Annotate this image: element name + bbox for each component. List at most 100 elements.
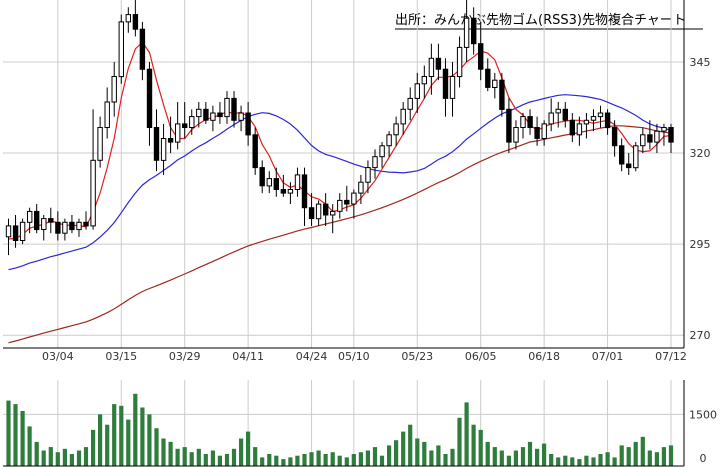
- volume-bar: [520, 447, 526, 466]
- candle-body-up: [125, 14, 131, 23]
- volume-bar: [387, 445, 392, 466]
- volume-bar: [577, 459, 582, 466]
- date-tick-label: 03/04: [42, 350, 74, 363]
- candle-body-up: [633, 145, 639, 169]
- candle-body-up: [266, 178, 273, 187]
- volume-bar: [112, 404, 117, 466]
- candle-body-down: [471, 17, 477, 45]
- volume-bar: [556, 457, 561, 466]
- candle-body-up: [400, 108, 406, 125]
- volume-bar: [147, 414, 152, 466]
- volume-bar: [591, 457, 596, 466]
- candle-body-up: [160, 138, 167, 161]
- volume-bar: [365, 450, 370, 466]
- candle-body-down: [48, 218, 54, 223]
- date-tick-label: 03/15: [105, 350, 137, 363]
- candle-body-down: [34, 210, 40, 231]
- price-tick-label: 345: [690, 56, 711, 69]
- volume-bar: [168, 441, 173, 466]
- candle-body-down: [167, 138, 174, 143]
- date-tick-label: 06/18: [528, 350, 560, 363]
- volume-bar: [41, 450, 46, 466]
- volume-bar: [372, 447, 378, 466]
- candle-body-down: [485, 68, 491, 88]
- candle-body-up: [315, 203, 322, 220]
- volume-bar: [98, 414, 103, 466]
- candle-body-down: [146, 68, 153, 128]
- volume-bar: [210, 450, 215, 466]
- date-tick-label: 04/11: [232, 350, 264, 363]
- volume-bar: [379, 455, 385, 466]
- candle-body-down: [478, 43, 484, 70]
- candle-body-up: [428, 57, 435, 77]
- date-tick-label: 05/23: [401, 350, 433, 363]
- volume-bar: [513, 450, 518, 466]
- candle-body-up: [449, 76, 456, 99]
- volume-tick-label: 1500: [689, 408, 717, 421]
- volume-bar: [161, 438, 166, 466]
- candle-body-up: [654, 130, 660, 143]
- candle-body-up: [541, 123, 547, 140]
- volume-bar: [394, 440, 399, 466]
- candle-body-down: [308, 207, 315, 220]
- candle-body-up: [97, 127, 103, 161]
- volume-bar: [612, 457, 617, 466]
- candle-body-down: [132, 14, 139, 30]
- candle-body-up: [548, 112, 554, 125]
- volume-bar: [246, 431, 251, 466]
- volume-bar: [69, 454, 74, 466]
- volume-bar: [492, 447, 497, 466]
- volume-bar: [633, 441, 638, 466]
- volume-bar: [408, 424, 413, 466]
- price-tick-label: 270: [690, 329, 711, 342]
- candle-body-up: [5, 225, 12, 238]
- candle-body-up: [379, 145, 385, 158]
- candle-body-down: [139, 28, 146, 70]
- moving-average-layer: [8, 41, 672, 344]
- candle-body-down: [442, 68, 449, 99]
- candle-body-up: [337, 199, 343, 212]
- volume-bar: [267, 454, 272, 466]
- candle-body-up: [456, 46, 463, 78]
- candle-body-up: [41, 218, 47, 231]
- candle-body-up: [407, 97, 413, 110]
- candle-body-up: [27, 210, 33, 223]
- volume-bar: [309, 452, 314, 466]
- volume-bar: [471, 424, 476, 466]
- candle-body-down: [252, 134, 258, 169]
- candle-body-up: [238, 112, 244, 121]
- volume-bar: [351, 454, 356, 466]
- candle-body-down: [647, 134, 653, 143]
- candle-body-up: [576, 123, 583, 136]
- volume-bar: [217, 455, 222, 466]
- volume-bar: [6, 400, 11, 466]
- candle-body-up: [386, 134, 392, 147]
- candle-body-up: [513, 127, 519, 143]
- price-tick-label: 320: [690, 147, 711, 160]
- price-tick-label: 295: [690, 238, 711, 251]
- volume-bar: [105, 424, 110, 466]
- candle-body-up: [62, 221, 68, 234]
- volume-bar: [549, 454, 554, 466]
- candle-body-up: [287, 189, 294, 194]
- volume-bar: [119, 405, 124, 466]
- volume-bar: [189, 452, 194, 466]
- candle-body-up: [175, 123, 181, 143]
- volume-bar: [62, 448, 67, 466]
- candle-body-up: [118, 21, 124, 78]
- volume-bar: [450, 448, 455, 466]
- volume-bar: [647, 450, 652, 466]
- candle-body-down: [182, 123, 188, 129]
- volume-bar: [598, 454, 603, 466]
- volume-bar: [253, 447, 258, 466]
- volume-bar: [55, 452, 60, 466]
- candle-body-up: [463, 17, 470, 48]
- volume-bar: [302, 454, 307, 466]
- volume-bar: [91, 429, 96, 466]
- chart-title: 出所：みんかぶ先物ゴム(RSS3)先物複合チャート: [395, 12, 686, 28]
- volume-bar: [274, 455, 279, 466]
- volume-bar: [619, 445, 624, 466]
- futures-chart: 出所：みんかぶ先物ゴム(RSS3)先物複合チャート 270 295 320 345 0 1…: [3, 0, 717, 467]
- candlestick-layer: [5, 0, 674, 256]
- volume-bar: [654, 452, 659, 466]
